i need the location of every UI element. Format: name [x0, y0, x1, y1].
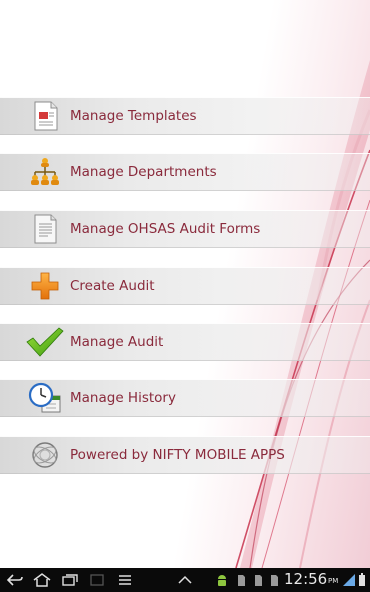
menu-lines-icon	[119, 575, 131, 585]
back-arrow-icon	[6, 574, 23, 586]
chevron-up-icon	[178, 575, 192, 584]
menu-item-label: Powered by NIFTY MOBILE APPS	[70, 447, 285, 463]
menu-button[interactable]	[116, 570, 134, 590]
menu-item-label: Manage History	[70, 390, 176, 406]
battery-icon	[358, 572, 366, 588]
screenshot-icon	[90, 574, 104, 586]
notifications-expand-button[interactable]	[176, 570, 194, 590]
menu-item-label: Manage Departments	[70, 164, 217, 180]
globe-swirl-icon	[25, 438, 65, 472]
menu-item-manage-history[interactable]: Manage History	[0, 379, 370, 417]
sd-card-icon-2	[253, 572, 263, 588]
menu-item-label: Manage Templates	[70, 108, 197, 124]
recent-apps-icon	[62, 574, 78, 586]
plus-icon	[25, 269, 65, 303]
menu-item-label: Create Audit	[70, 278, 155, 294]
menu-item-manage-departments[interactable]: Manage Departments	[0, 153, 370, 191]
system-navigation-bar: 12:56 PM	[0, 568, 370, 592]
status-ampm: PM	[328, 577, 339, 585]
menu-item-label: Manage OHSAS Audit Forms	[70, 221, 261, 237]
menu-item-manage-audit[interactable]: Manage Audit	[0, 323, 370, 361]
checkmark-icon	[25, 325, 65, 359]
wifi-icon	[342, 572, 356, 588]
menu-item-manage-templates[interactable]: Manage Templates	[0, 97, 370, 135]
android-debug-icon	[216, 572, 228, 588]
menu-item-powered-by[interactable]: Powered by NIFTY MOBILE APPS	[0, 436, 370, 474]
audit-form-icon	[25, 212, 65, 246]
templates-document-icon	[25, 99, 65, 133]
back-button[interactable]	[6, 570, 24, 590]
sd-card-icon	[236, 572, 246, 588]
home-icon	[33, 573, 51, 587]
menu-item-manage-ohsas-audit-forms[interactable]: Manage OHSAS Audit Forms	[0, 210, 370, 248]
org-chart-icon	[25, 155, 65, 189]
recent-apps-button[interactable]	[61, 570, 79, 590]
app-screen: Manage Templates Manage Departments Mana…	[0, 0, 370, 568]
menu-item-create-audit[interactable]: Create Audit	[0, 267, 370, 305]
sd-card-icon-3	[269, 572, 279, 588]
clock-calendar-icon	[25, 381, 65, 415]
home-button[interactable]	[32, 570, 52, 590]
status-clock: 12:56	[284, 570, 328, 588]
screenshot-button[interactable]	[88, 570, 106, 590]
menu-item-label: Manage Audit	[70, 334, 164, 350]
